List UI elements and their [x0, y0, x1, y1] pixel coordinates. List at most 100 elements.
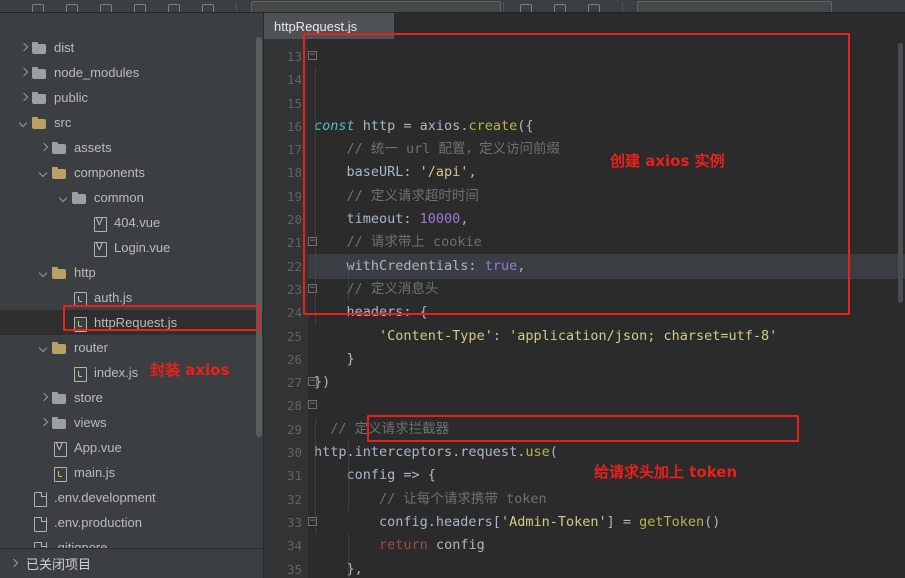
editor-scrollbar[interactable] [898, 43, 903, 303]
tree-item-components[interactable]: components [0, 160, 263, 185]
run-icon[interactable] [518, 2, 534, 12]
save-icon[interactable] [64, 2, 80, 12]
tree-item-public[interactable]: public [0, 85, 263, 110]
tree-item-label: main.js [74, 465, 116, 480]
code-line[interactable]: config.headers['Admin-Token'] = getToken… [308, 511, 905, 534]
code-token: create [468, 117, 518, 134]
tree-item-views[interactable]: views [0, 410, 263, 435]
tree-item-app-vue[interactable]: App.vue [0, 435, 263, 460]
tree-item--env-production[interactable]: .env.production [0, 510, 263, 535]
main-toolbar [0, 0, 905, 13]
tree-item-node-modules[interactable]: node_modules [0, 60, 263, 85]
code-line[interactable]: baseURL: '/api', [308, 161, 905, 184]
tree-item-label: .gitignore [54, 540, 108, 548]
tree-item-dist[interactable]: dist [0, 35, 263, 60]
code-line[interactable] [308, 394, 905, 417]
tree-item-src[interactable]: src [0, 110, 263, 135]
code-line[interactable]: } [308, 348, 905, 371]
line-number-gutter[interactable]: 13− 14 15 16 17 18 19 20 21− 22 23− 24 25 26 27−28− 29 3… [264, 39, 317, 578]
chevron-right-icon[interactable] [38, 417, 50, 429]
code-line[interactable]: // 定义请求拦截器 [308, 418, 905, 441]
line-number: 23 [286, 281, 302, 297]
code-line[interactable]: const http = axios.create({ [308, 115, 905, 138]
chevron-down-icon[interactable] [18, 117, 30, 129]
code-line[interactable]: // 定义请求超时时间 [308, 185, 905, 208]
code-area[interactable]: 13− 14 15 16 17 18 19 20 21− 22 23− 24 25 26 27−28− 29 3… [264, 39, 905, 578]
code-token: // 定义请求拦截器 [314, 420, 450, 437]
tree-item-label: components [74, 165, 145, 180]
editor-tabbar: httpRequest.js [264, 13, 905, 39]
project-icon[interactable] [30, 2, 46, 12]
tabbar-empty-space [394, 13, 905, 39]
chevron-right-icon[interactable] [18, 67, 30, 79]
code-line[interactable]: // 统一 url 配置，定义访问前缀 [308, 138, 905, 161]
tree-item-main-js[interactable]: main.js [0, 460, 263, 485]
code-line[interactable]: http.interceptors.request.use( [308, 441, 905, 464]
code-line[interactable]: config => { [308, 464, 905, 487]
tree-item-auth-js[interactable]: auth.js [0, 285, 263, 310]
code-line[interactable]: }) [308, 371, 905, 394]
code-line[interactable]: // 让每个请求携带 token [308, 488, 905, 511]
closed-projects-label: 已关闭项目 [26, 557, 92, 572]
tree-item-label: auth.js [94, 290, 133, 305]
tree-item-assets[interactable]: assets [0, 135, 263, 160]
code-line[interactable]: timeout: 10000, [308, 208, 905, 231]
run-config-field[interactable] [251, 1, 501, 12]
chevron-right-icon[interactable] [18, 92, 30, 104]
line-number: 21 [286, 235, 302, 251]
tree-item-index-js[interactable]: index.js [0, 360, 263, 385]
project-tree[interactable]: dist node_modulespublic src assets component… [0, 13, 263, 548]
tree-item--gitignore[interactable]: .gitignore [0, 535, 263, 548]
gutter-line: 21− [264, 231, 317, 254]
folder-icon [32, 41, 48, 55]
tree-item-label: node_modules [54, 65, 140, 80]
code-token: ({ [517, 117, 534, 134]
line-number: 16 [286, 118, 302, 134]
tree-item-httprequest-js[interactable]: httpRequest.js [0, 310, 263, 335]
chevron-down-icon[interactable] [58, 192, 70, 204]
line-number: 15 [286, 95, 302, 111]
code-token: timeout: [314, 211, 420, 228]
gutter-line: 31 [264, 464, 308, 487]
stop-icon[interactable] [586, 2, 602, 12]
debug-icon[interactable] [552, 2, 568, 12]
tree-item-login-vue[interactable]: Login.vue [0, 235, 263, 260]
chevron-right-icon[interactable] [38, 142, 50, 154]
chevron-right-icon[interactable] [18, 42, 30, 54]
code-line[interactable]: }, [308, 558, 905, 578]
line-number: 20 [286, 212, 302, 228]
code-line[interactable]: // 请求带上 cookie [308, 231, 905, 254]
code-line[interactable]: // 定义消息头 [308, 278, 905, 301]
search-icon[interactable] [200, 2, 216, 12]
folder-icon [32, 66, 48, 80]
chevron-right-icon [8, 558, 20, 570]
chevron-down-icon[interactable] [38, 167, 50, 179]
chevron-right-icon[interactable] [38, 392, 50, 404]
tab-httprequest-js[interactable]: httpRequest.js [264, 13, 394, 39]
code-token: 'Content-Type' [379, 327, 493, 344]
code-line[interactable]: withCredentials: true, [308, 254, 905, 278]
closed-projects-bar[interactable]: 已关闭项目 [0, 548, 263, 578]
folder-icon [52, 141, 68, 155]
gutter-line: 17 [264, 138, 308, 161]
tree-item--env-development[interactable]: .env.development [0, 485, 263, 510]
tree-item-common[interactable]: common [0, 185, 263, 210]
vcs-field[interactable] [637, 1, 832, 12]
code-line[interactable]: return config [308, 534, 905, 557]
project-sidebar: dist node_modulespublic src assets component… [0, 13, 264, 578]
tree-item-404-vue[interactable]: 404.vue [0, 210, 263, 235]
code-line[interactable]: 'Content-Type': 'application/json; chars… [308, 325, 905, 348]
tree-item-http[interactable]: http [0, 260, 263, 285]
code-token: config => { [314, 467, 436, 484]
chevron-down-icon[interactable] [38, 267, 50, 279]
code-content[interactable]: const http = axios.create({ // 统一 url 配置… [308, 39, 905, 578]
tree-item-store[interactable]: store [0, 385, 263, 410]
sidebar-scrollbar[interactable] [256, 37, 262, 437]
sync-icon[interactable] [166, 2, 182, 12]
tree-item-router[interactable]: router [0, 335, 263, 360]
chevron-down-icon[interactable] [38, 342, 50, 354]
redo-icon[interactable] [132, 2, 148, 12]
undo-icon[interactable] [98, 2, 114, 12]
code-line[interactable]: headers: { [308, 301, 905, 324]
